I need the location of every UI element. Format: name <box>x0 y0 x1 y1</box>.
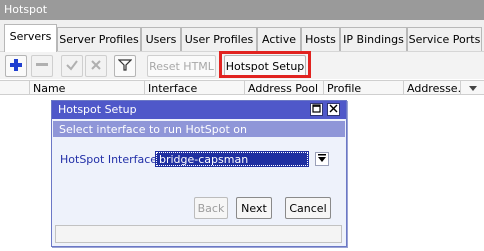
tab-users[interactable]: Users <box>141 27 181 51</box>
disable-icon <box>89 58 103 75</box>
add-button[interactable] <box>5 55 27 77</box>
close-button[interactable] <box>327 103 340 116</box>
back-button[interactable]: Back <box>194 197 228 219</box>
enable-button[interactable] <box>61 55 83 77</box>
row-marker-column <box>0 81 29 95</box>
tab-active[interactable]: Active <box>257 27 301 51</box>
hotspot-setup-dialog: Hotspot Setup Select interface to run Ho… <box>51 100 347 247</box>
dialog-title: Hotspot Setup <box>52 101 346 119</box>
tab-service-ports[interactable]: Service Ports <box>407 27 482 51</box>
column-profile[interactable]: Profile <box>323 81 403 95</box>
column-menu-button[interactable] <box>460 81 484 95</box>
maximize-icon <box>312 103 321 116</box>
column-name[interactable]: Name <box>29 81 144 95</box>
column-addresses[interactable]: Addresse... <box>403 81 460 95</box>
tab-hosts[interactable]: Hosts <box>301 27 340 51</box>
tab-ip-bindings[interactable]: IP Bindings <box>340 27 407 51</box>
dialog-instruction: Select interface to run HotSpot on <box>53 121 345 137</box>
dropdown-arrow-icon <box>318 153 326 166</box>
cancel-button[interactable]: Cancel <box>285 197 331 219</box>
tab-server-profiles[interactable]: Server Profiles <box>57 27 141 51</box>
dialog-status-bar <box>55 225 342 243</box>
hotspot-setup-button[interactable]: Hotspot Setup <box>224 55 306 77</box>
close-icon <box>329 103 338 116</box>
reset-html-button[interactable]: Reset HTML <box>147 55 216 77</box>
toolbar: Reset HTML Hotspot Setup <box>0 51 484 79</box>
remove-icon <box>35 58 49 75</box>
disable-button[interactable] <box>85 55 107 77</box>
column-interface[interactable]: Interface <box>144 81 244 95</box>
remove-button[interactable] <box>31 55 53 77</box>
next-button[interactable]: Next <box>236 197 272 219</box>
tab-user-profiles[interactable]: User Profiles <box>181 27 257 51</box>
filter-button[interactable] <box>114 55 136 77</box>
column-address-pool[interactable]: Address Pool <box>244 81 323 95</box>
maximize-button[interactable] <box>310 103 323 116</box>
hotspot-interface-select[interactable]: bridge-capsman <box>155 151 309 167</box>
hotspot-interface-label: HotSpot Interface: <box>60 153 161 166</box>
filter-icon <box>117 58 133 75</box>
chevron-down-icon <box>468 82 477 95</box>
add-icon <box>9 58 23 75</box>
interface-dropdown-button[interactable] <box>315 152 329 166</box>
table-header: Name Interface Address Pool Profile Addr… <box>0 80 484 95</box>
enable-icon <box>65 58 79 75</box>
window-title: Hotspot <box>0 0 484 20</box>
tab-bar: Servers Server Profiles Users User Profi… <box>0 20 484 52</box>
tab-servers[interactable]: Servers <box>4 24 57 52</box>
